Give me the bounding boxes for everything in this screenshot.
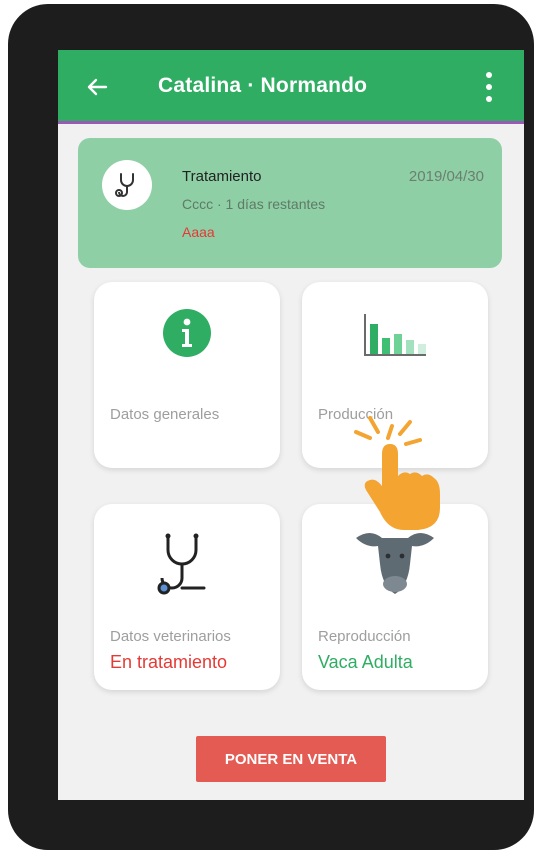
treatment-date: 2019/04/30 [408,168,484,185]
tile-label: Datos veterinarios [110,628,231,645]
more-vertical-icon[interactable] [482,70,496,104]
phone-frame: Catalina · Normando Tratamiento 2019/04/… [8,4,534,850]
treatment-note: Aaaa [182,224,215,240]
tile-status-veterinary: En tratamiento [110,652,228,672]
page-title: Catalina · Normando [158,74,368,97]
tile-veterinary-data[interactable]: Datos veterinarios En tratamiento [94,504,280,690]
arrow-left-icon[interactable] [82,72,112,102]
tile-label: Datos generales [110,406,220,423]
stethoscope-icon [157,533,206,595]
app-bar: Catalina · Normando [58,50,524,124]
bar-chart-icon [364,314,426,356]
tile-general-data[interactable]: Datos generales [94,282,280,468]
stethoscope-icon [102,160,152,210]
treatment-label: Tratamiento [182,168,262,185]
app-screen: Catalina · Normando Tratamiento 2019/04/… [58,50,524,800]
treatment-subtitle: Cccc · 1 días restantes [182,196,326,212]
cow-icon [356,533,434,594]
tile-status-reproduction: Vaca Adulta [318,652,413,672]
sell-button[interactable]: PONER EN VENTA [196,736,386,782]
info-icon [163,309,211,357]
tap-hand-icon [354,416,440,530]
treatment-card[interactable]: Tratamiento 2019/04/30 Cccc · 1 días res… [78,138,502,268]
tile-label: Reproducción [318,628,411,645]
